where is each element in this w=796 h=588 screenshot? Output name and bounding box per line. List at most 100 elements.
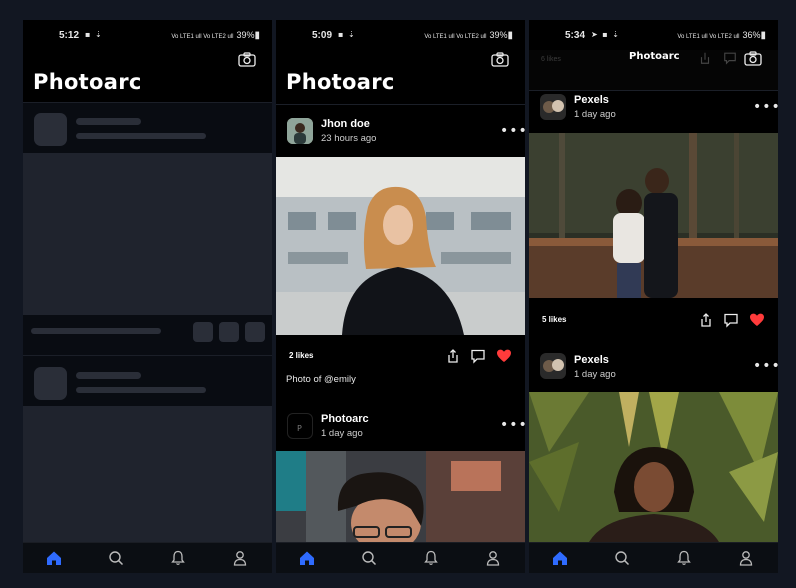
signal-icon: Vo LTE1 ull Vo LTE2 ull	[171, 34, 234, 40]
post-photo[interactable]	[276, 451, 525, 542]
skeleton-line	[76, 372, 141, 379]
more-options-icon[interactable]: •••	[500, 124, 525, 138]
heart-icon[interactable]	[496, 348, 512, 364]
camera-icon[interactable]	[491, 52, 509, 67]
share-icon[interactable]	[445, 348, 461, 364]
phone-screen-scrolled: 5:34 ➤ ▪ ⇣ Vo LTE1 ull Vo LTE2 ull 36%▮ 6…	[529, 20, 778, 573]
battery-text: 36%	[742, 30, 761, 40]
status-time: 5:34	[565, 30, 586, 41]
divider	[276, 104, 525, 105]
skeleton-line	[76, 133, 206, 139]
status-notification-icons: ▪ ⇣	[85, 30, 103, 39]
battery-icon: ▮	[760, 30, 766, 41]
bottom-nav	[23, 542, 272, 573]
share-icon[interactable]	[698, 312, 714, 328]
signal-icon: Vo LTE1 ull Vo LTE2 ull	[677, 34, 740, 40]
status-bar: 5:34 ➤ ▪ ⇣ Vo LTE1 ull Vo LTE2 ull 36%▮	[529, 20, 778, 50]
app-title: Photoarc	[33, 70, 142, 94]
skeleton-avatar	[34, 367, 67, 400]
avatar[interactable]	[540, 353, 566, 379]
more-options-icon[interactable]: •••	[500, 418, 525, 432]
bell-icon[interactable]	[675, 549, 693, 567]
bell-icon[interactable]	[422, 549, 440, 567]
home-icon[interactable]	[298, 549, 316, 567]
post-photo[interactable]	[529, 392, 778, 542]
battery-icon: ▮	[507, 30, 513, 41]
phone-screen-feed: 5:09 ▪ ⇣ Vo LTE1 ull Vo LTE2 ull 39%▮ Pho…	[276, 20, 525, 573]
post-time: 1 day ago	[321, 428, 363, 439]
post-photo-image	[529, 392, 778, 542]
skeleton-action	[193, 322, 213, 342]
skeleton-action	[219, 322, 239, 342]
photoarc-logo-icon: P	[297, 424, 302, 433]
skeleton-line	[76, 118, 141, 125]
post-time: 23 hours ago	[321, 133, 377, 144]
post-caption: Photo of @emily	[286, 374, 356, 385]
heart-icon[interactable]	[749, 312, 765, 328]
post-photo[interactable]	[529, 133, 778, 298]
status-right: Vo LTE1 ull Vo LTE2 ull 36%▮	[677, 30, 766, 41]
status-time: 5:09	[312, 30, 333, 41]
skeleton-line	[31, 328, 161, 334]
status-right: Vo LTE1 ull Vo LTE2 ull 39%▮	[171, 30, 260, 41]
avatar[interactable]	[540, 94, 566, 120]
post-author[interactable]: Jhon doe	[321, 118, 370, 130]
status-right: Vo LTE1 ull Vo LTE2 ull 39%▮	[424, 30, 513, 41]
skeleton-image	[23, 153, 272, 315]
camera-icon[interactable]	[744, 51, 762, 66]
user-icon[interactable]	[484, 549, 502, 567]
ghost-likes-count: 6 likes	[541, 56, 561, 63]
share-icon	[700, 52, 710, 64]
bell-icon[interactable]	[169, 549, 187, 567]
avatar[interactable]: P	[287, 413, 313, 439]
home-icon[interactable]	[551, 549, 569, 567]
skeleton-line	[76, 387, 206, 393]
battery-icon: ▮	[254, 30, 260, 41]
status-notification-icons: ▪ ⇣	[338, 30, 356, 39]
app-title: Photoarc	[629, 51, 680, 62]
status-bar: 5:12 ▪ ⇣ Vo LTE1 ull Vo LTE2 ull 39%▮	[23, 20, 272, 50]
status-time: 5:12	[59, 30, 80, 41]
comment-icon	[724, 52, 736, 65]
home-icon[interactable]	[45, 549, 63, 567]
pexels-avatar-image	[540, 353, 566, 379]
avatar[interactable]	[287, 118, 313, 144]
comment-icon[interactable]	[723, 312, 739, 328]
search-icon[interactable]	[360, 549, 378, 567]
post-photo-image	[276, 157, 525, 335]
user-icon[interactable]	[737, 549, 755, 567]
divider	[529, 90, 778, 91]
battery-text: 39%	[236, 30, 255, 40]
status-notification-icons: ➤ ▪ ⇣	[591, 30, 620, 39]
bottom-nav	[529, 542, 778, 573]
signal-icon: Vo LTE1 ull Vo LTE2 ull	[424, 34, 487, 40]
skeleton-avatar	[34, 113, 67, 146]
post-author[interactable]: Photoarc	[321, 413, 369, 425]
search-icon[interactable]	[613, 549, 631, 567]
battery-text: 39%	[489, 30, 508, 40]
post-photo-image	[529, 133, 778, 298]
skeleton-action	[245, 322, 265, 342]
post-author[interactable]: Pexels	[574, 94, 609, 106]
pexels-avatar-image	[540, 94, 566, 120]
phone-screen-loading: 5:12 ▪ ⇣ Vo LTE1 ull Vo LTE2 ull 39%▮ Pho…	[23, 20, 272, 573]
more-options-icon[interactable]: •••	[753, 100, 778, 114]
more-options-icon[interactable]: •••	[753, 359, 778, 373]
post-photo-image	[276, 451, 525, 542]
user-icon[interactable]	[231, 549, 249, 567]
bottom-nav	[276, 542, 525, 573]
avatar-image	[287, 118, 313, 144]
post-photo[interactable]	[276, 157, 525, 335]
post-time: 1 day ago	[574, 109, 616, 120]
camera-icon[interactable]	[238, 52, 256, 67]
comment-icon[interactable]	[470, 348, 486, 364]
search-icon[interactable]	[107, 549, 125, 567]
app-title: Photoarc	[286, 70, 395, 94]
post-time: 1 day ago	[574, 369, 616, 380]
skeleton-image	[23, 406, 272, 546]
post-author[interactable]: Pexels	[574, 354, 609, 366]
likes-count: 2 likes	[289, 351, 314, 360]
status-bar: 5:09 ▪ ⇣ Vo LTE1 ull Vo LTE2 ull 39%▮	[276, 20, 525, 50]
likes-count: 5 likes	[542, 315, 567, 324]
svg-text:P: P	[297, 424, 302, 433]
